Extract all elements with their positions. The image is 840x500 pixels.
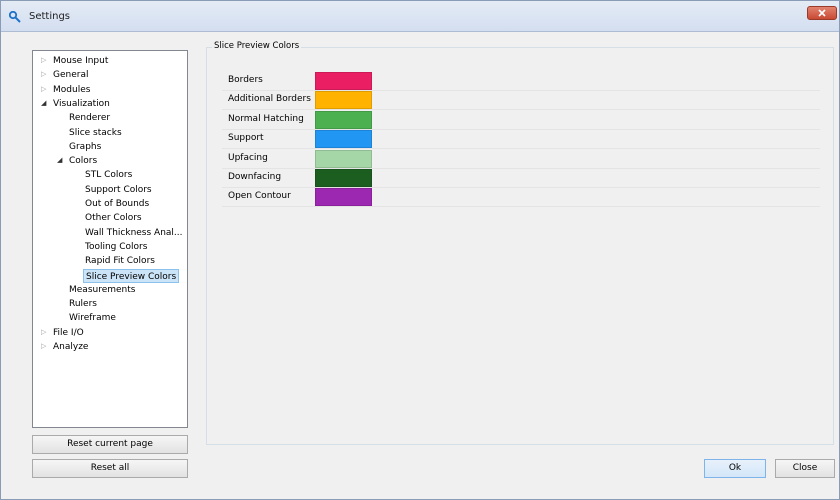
collapsed-arrow-icon[interactable]: ▷ [41,70,46,78]
color-label: Borders [228,75,263,85]
color-label: Downfacing [228,172,282,182]
color-row: Downfacing [222,169,820,188]
color-label: Upfacing [228,152,268,163]
color-row: Open Contour [222,188,820,208]
group-title: Slice Preview Colors [212,41,302,51]
tree-item[interactable]: Modules [51,83,92,97]
settings-app-icon [9,11,21,23]
tree-item[interactable]: Renderer [67,111,112,125]
collapsed-arrow-icon[interactable]: ▷ [41,328,46,336]
color-row: Additional Borders [222,91,820,111]
color-swatch[interactable] [315,169,372,187]
tree-item[interactable]: Other Colors [83,211,144,225]
expanded-arrow-icon[interactable]: ◢ [41,99,46,107]
color-swatch[interactable] [315,149,372,168]
tree-item[interactable]: Slice Preview Colors [83,268,180,283]
color-swatch[interactable] [315,188,372,207]
color-swatch[interactable] [315,91,372,110]
color-swatch[interactable] [315,130,372,149]
tree-item[interactable]: Wireframe [67,311,118,325]
collapsed-arrow-icon[interactable]: ▷ [41,56,46,64]
tree-item[interactable]: Colors [67,154,99,168]
tree-item[interactable]: Analyze [51,340,90,354]
reset-current-page-label: Reset current page [67,439,153,449]
ok-button[interactable]: Ok [704,459,766,478]
color-row: Normal Hatching [222,110,820,130]
close-icon [818,9,826,17]
color-row: Upfacing [222,149,820,169]
tree-item[interactable]: Mouse Input [51,54,110,68]
expanded-arrow-icon[interactable]: ◢ [57,156,62,164]
tree-item[interactable]: Out of Bounds [83,197,151,211]
ok-label: Ok [728,463,742,473]
tree-item[interactable]: File I/O [51,326,86,340]
window-close-button[interactable] [807,6,837,20]
reset-all-label: Reset all [90,463,130,473]
tree-item[interactable]: Rulers [67,297,99,311]
tree-item[interactable]: Graphs [67,140,103,154]
color-label: Support [228,133,264,144]
title-bar: Settings [1,1,839,32]
color-row: Support [222,130,820,150]
collapsed-arrow-icon[interactable]: ▷ [41,85,46,93]
tree-item[interactable]: STL Colors [83,168,134,182]
color-label: Open Contour [228,191,291,202]
tree-item[interactable]: Tooling Colors [83,240,149,254]
tree-item[interactable]: Slice stacks [67,126,124,140]
settings-tree[interactable]: ▷ Mouse Input ▷ General ▷ Modules ◢ Visualizati… [32,50,188,428]
color-swatch[interactable] [315,110,372,129]
collapsed-arrow-icon[interactable]: ▷ [41,342,46,350]
close-label: Close [792,463,818,473]
tree-item[interactable]: Measurements [67,283,137,297]
settings-window: Settings ▷ Mouse Input ▷ General ▷ Modules ◢ Vi… [0,0,840,500]
color-label: Additional Borders [228,94,311,105]
close-button[interactable]: Close [775,459,835,478]
color-row: Borders [222,72,820,91]
tree-item[interactable]: General [51,68,90,82]
tree-item[interactable]: Visualization [51,97,112,111]
color-label: Normal Hatching [228,113,304,124]
tree-item[interactable]: Support Colors [83,183,154,197]
reset-current-page-button[interactable]: Reset current page [32,435,188,454]
window-title: Settings [29,11,71,22]
tree-item[interactable]: Wall Thickness Anal... [83,226,185,240]
color-swatch[interactable] [315,72,372,90]
reset-all-button[interactable]: Reset all [32,459,188,478]
tree-item[interactable]: Rapid Fit Colors [83,254,157,268]
